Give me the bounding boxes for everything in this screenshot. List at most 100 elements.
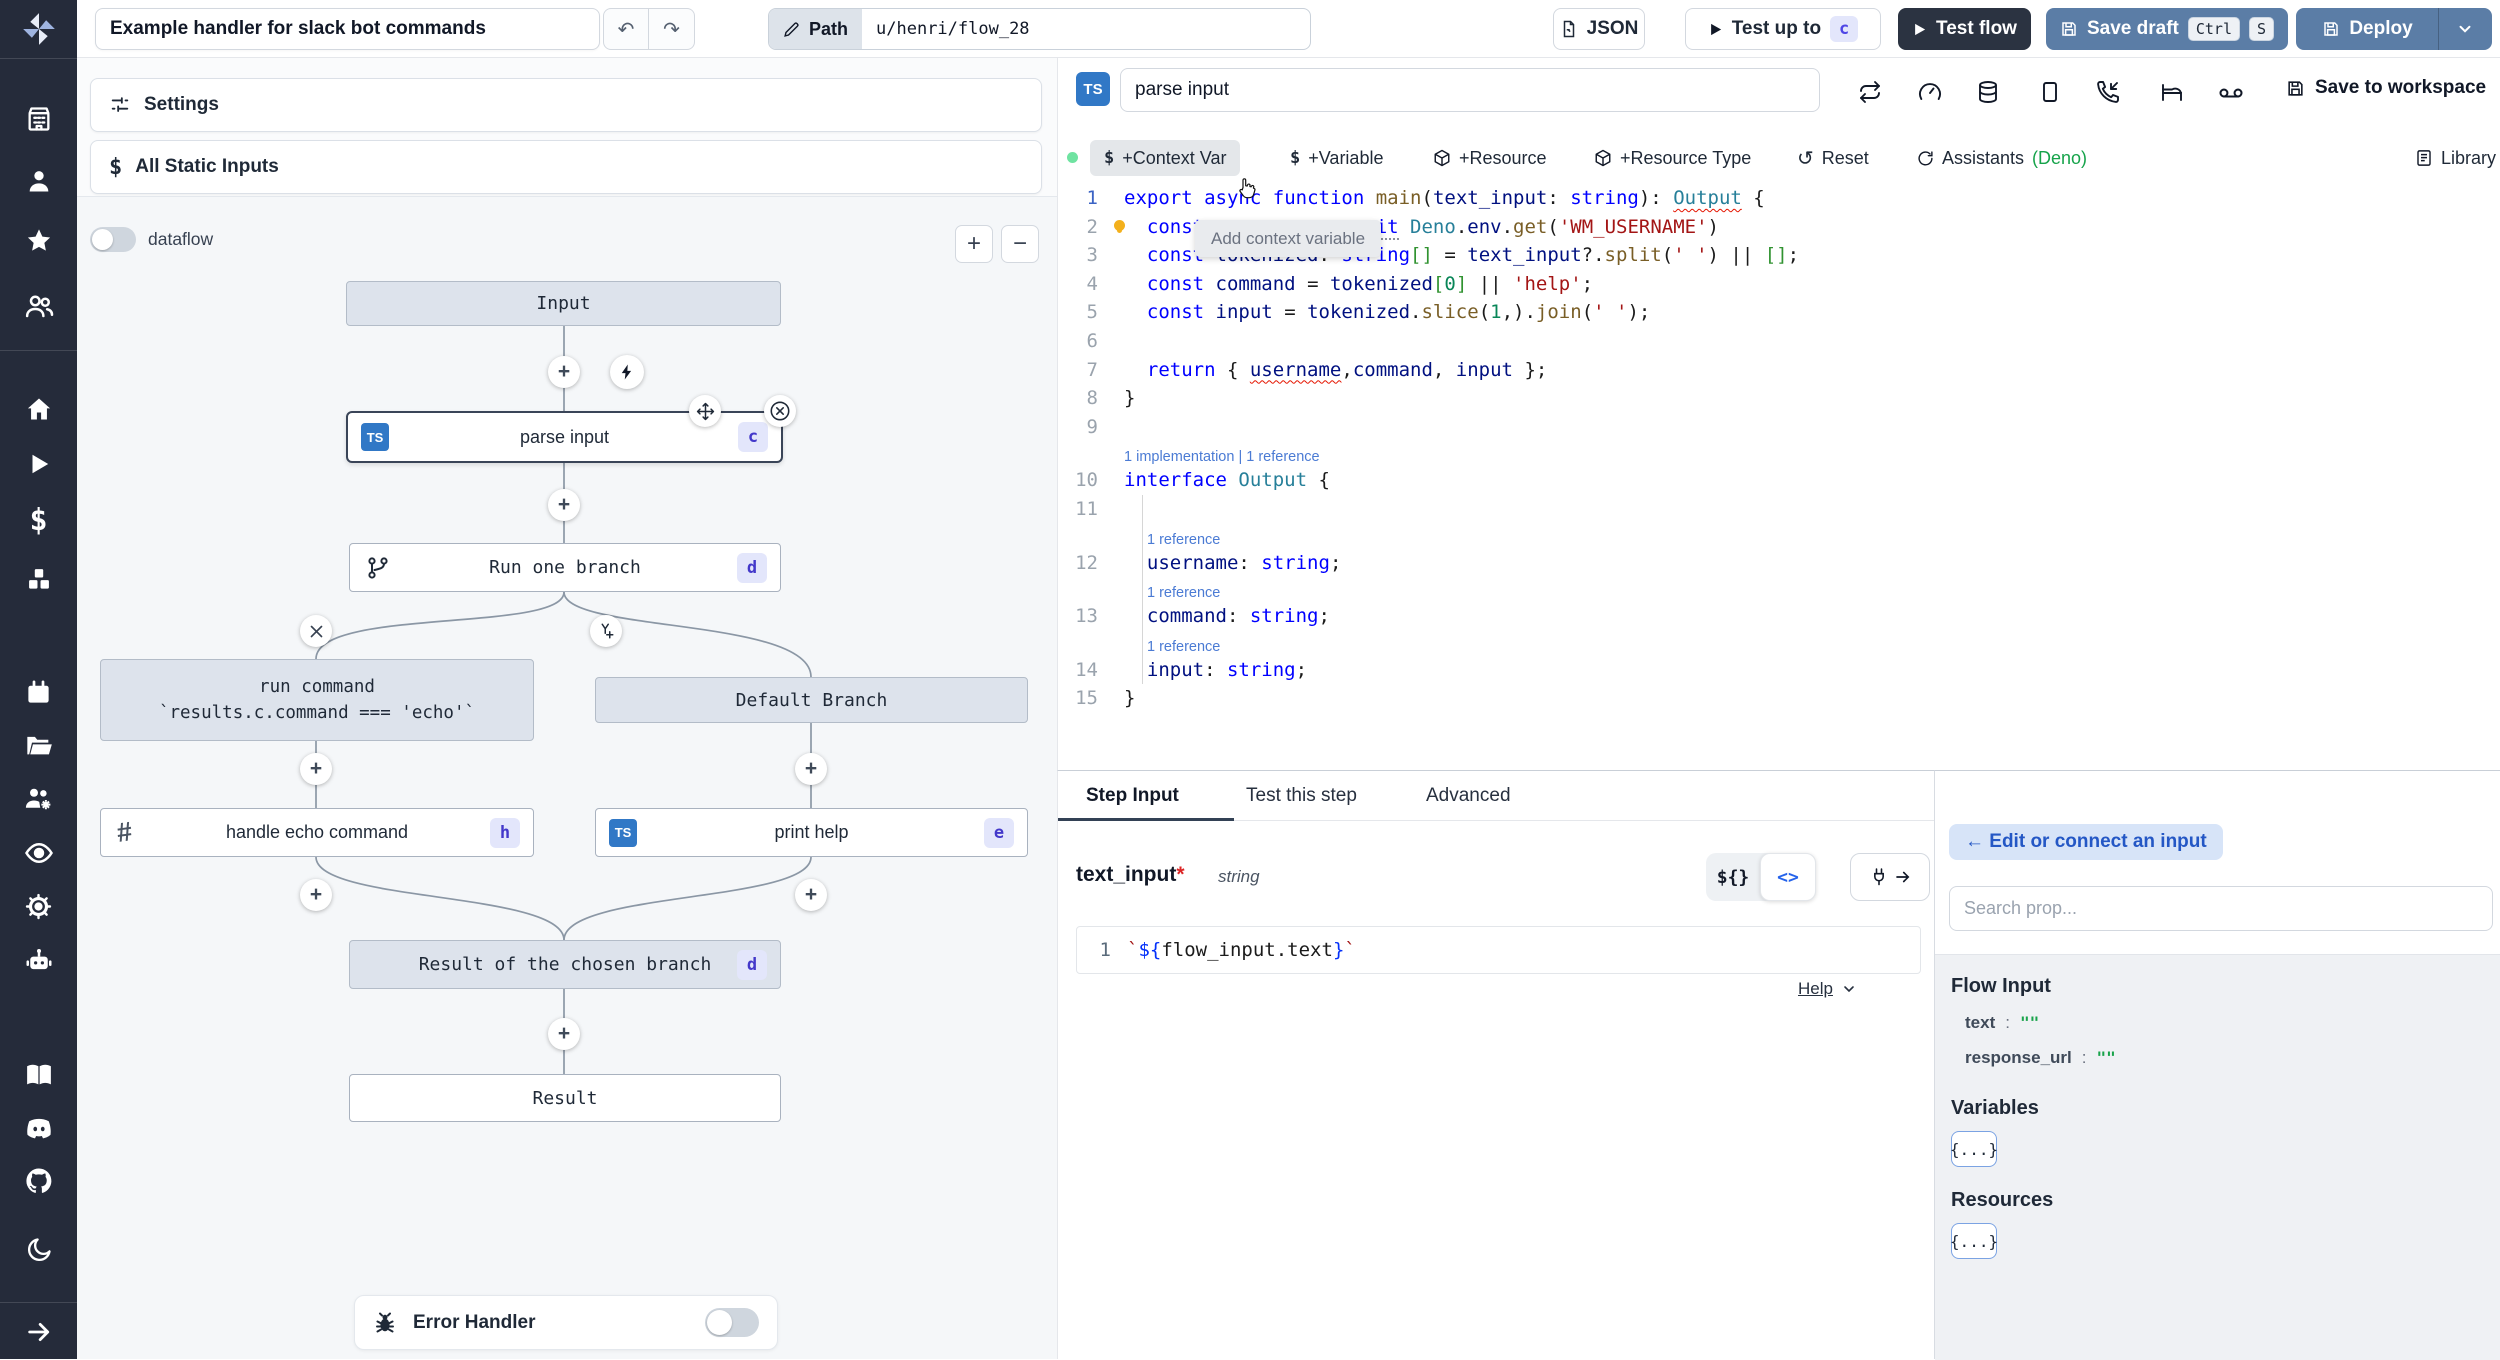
resources-object-chip[interactable]: {...}	[1950, 1223, 1998, 1259]
gear-icon[interactable]	[0, 892, 77, 921]
cubes-icon[interactable]	[0, 565, 77, 593]
typescript-badge: TS	[609, 818, 637, 847]
insert-step-button[interactable]: +	[795, 879, 827, 911]
dollar-icon[interactable]: $	[0, 503, 77, 538]
package-icon	[1434, 149, 1450, 167]
deploy-button[interactable]: Deploy	[2296, 8, 2492, 50]
codelens-line[interactable]: 1 reference	[1058, 630, 2500, 656]
input-mode-toggle: ${} <>	[1706, 853, 1816, 901]
save-draft-button[interactable]: Save draft Ctrl S	[2046, 8, 2288, 50]
all-static-inputs-row[interactable]: $ All Static Inputs	[90, 140, 1042, 194]
git-branch-icon	[368, 556, 388, 579]
calendar-icon[interactable]	[0, 679, 77, 706]
code-line: 13 command: string;	[1058, 602, 2500, 631]
codelens-line[interactable]: 1 implementation | 1 reference	[1058, 441, 2500, 466]
code-line: 10 interface Output {	[1075, 469, 1330, 492]
test-up-to-button[interactable]: Test up to c	[1685, 8, 1881, 50]
gauge-icon[interactable]	[1918, 80, 1942, 104]
redo-button[interactable]: ↷	[649, 8, 695, 50]
step-name-input[interactable]	[1120, 68, 1820, 112]
refresh-icon[interactable]	[1858, 80, 1882, 104]
deploy-dropdown[interactable]	[2439, 20, 2491, 38]
play-icon[interactable]	[0, 451, 77, 477]
code-line: 1 export async function main(text_input: …	[1086, 187, 1765, 209]
connect-input-button[interactable]	[1850, 853, 1930, 901]
tab-step-input[interactable]: Step Input	[1086, 785, 1179, 807]
tab-advanced[interactable]: Advanced	[1426, 785, 1511, 807]
flow-settings-row[interactable]: Settings	[90, 78, 1042, 132]
robot-icon[interactable]	[0, 946, 77, 976]
delete-node-button[interactable]	[764, 395, 796, 427]
search-prop-input[interactable]	[1949, 886, 2493, 931]
insert-step-button[interactable]: +	[548, 356, 580, 388]
add-branch-button[interactable]	[590, 615, 622, 647]
prop-row-response-url[interactable]: response_url: ""	[1965, 1048, 2116, 1068]
flow-node-branch-condition[interactable]: run command `results.c.command === 'echo…	[100, 659, 534, 741]
mouse-cursor-hand	[1234, 176, 1258, 200]
insert-step-button[interactable]: +	[548, 1018, 580, 1050]
error-handler-toggle[interactable]	[705, 1308, 759, 1337]
help-link[interactable]: Help	[1798, 979, 1857, 999]
tab-test-this-step[interactable]: Test this step	[1246, 785, 1357, 807]
window-icon[interactable]	[2038, 80, 2062, 104]
book-open-icon[interactable]	[0, 1060, 77, 1090]
discord-icon[interactable]	[0, 1114, 77, 1144]
zoom-out-button[interactable]: −	[1001, 225, 1039, 263]
template-mode-option[interactable]: ${}	[1706, 853, 1760, 901]
flow-node-input[interactable]: Input	[346, 281, 781, 326]
path-input[interactable]: u/henri/flow_28	[862, 9, 1310, 49]
zoom-in-button[interactable]: +	[955, 225, 993, 263]
windmill-logo-icon[interactable]	[0, 10, 77, 48]
folder-open-icon[interactable]	[0, 731, 77, 759]
flow-node-result[interactable]: Result	[349, 1074, 781, 1122]
flow-node-default-branch[interactable]: Default Branch	[595, 677, 1028, 723]
remove-branch-button[interactable]	[300, 615, 332, 647]
variables-object-chip[interactable]: {...}	[1950, 1131, 1998, 1167]
expression-editor[interactable]: 1 `${flow_input.text}`	[1076, 926, 1921, 974]
database-icon[interactable]	[1976, 80, 2000, 104]
insert-step-button[interactable]: +	[300, 753, 332, 785]
flow-node-handle-echo[interactable]: # handle echo command h	[100, 808, 534, 857]
json-button[interactable]: JSON	[1553, 8, 1645, 50]
voicemail-icon[interactable]	[2218, 80, 2244, 106]
flow-node-run-one-branch[interactable]: Run one branch d	[349, 543, 781, 592]
trigger-bolt-button[interactable]	[610, 355, 644, 389]
users-gear-icon[interactable]	[0, 784, 77, 814]
dataflow-toggle[interactable]	[90, 227, 136, 252]
test-flow-button[interactable]: Test flow	[1898, 8, 2031, 50]
branch-condition-expr: `results.c.command === 'echo'`	[158, 703, 476, 723]
path-label[interactable]: Path	[769, 9, 863, 49]
codelens-line[interactable]: 1 reference	[1058, 523, 2500, 549]
flow-node-print-help[interactable]: TS print help e	[595, 808, 1028, 857]
arrow-right-icon[interactable]	[0, 1318, 77, 1346]
github-icon[interactable]	[0, 1166, 77, 1196]
star-icon[interactable]	[0, 227, 77, 255]
flow-node-branch-result[interactable]: Result of the chosen branch d	[349, 940, 781, 989]
undo-button[interactable]: ↶	[603, 8, 649, 50]
chevron-down-icon	[1844, 986, 1854, 993]
eye-icon[interactable]	[0, 838, 77, 868]
flow-title-input[interactable]	[95, 8, 600, 50]
flow-input-title: Flow Input	[1951, 975, 2051, 997]
users-icon[interactable]	[0, 291, 77, 321]
insert-step-button[interactable]: +	[300, 879, 332, 911]
prop-row-text[interactable]: text: ""	[1965, 1013, 2039, 1033]
insert-step-button[interactable]: +	[795, 753, 827, 785]
insert-step-button[interactable]: +	[548, 489, 580, 521]
user-icon[interactable]	[0, 167, 77, 195]
save-to-workspace-button[interactable]: Save to workspace	[2286, 77, 2486, 99]
lightbulb-icon[interactable]	[1114, 219, 1125, 231]
book-icon	[2417, 150, 2431, 166]
home-icon[interactable]	[0, 395, 77, 423]
codelens-line[interactable]: 1 reference	[1058, 577, 2500, 603]
code-line: 9	[1086, 415, 1098, 438]
phone-incoming-icon[interactable]	[2096, 80, 2120, 104]
package-icon	[1595, 149, 1611, 167]
edit-or-connect-button[interactable]: ← Edit or connect an input	[1949, 824, 2223, 860]
bed-icon[interactable]	[2160, 80, 2184, 104]
move-node-button[interactable]	[689, 395, 721, 427]
code-mode-option[interactable]: <>	[1760, 853, 1816, 901]
moon-icon[interactable]	[0, 1236, 77, 1264]
node-id-badge: h	[490, 817, 520, 848]
building-icon[interactable]	[0, 105, 77, 133]
